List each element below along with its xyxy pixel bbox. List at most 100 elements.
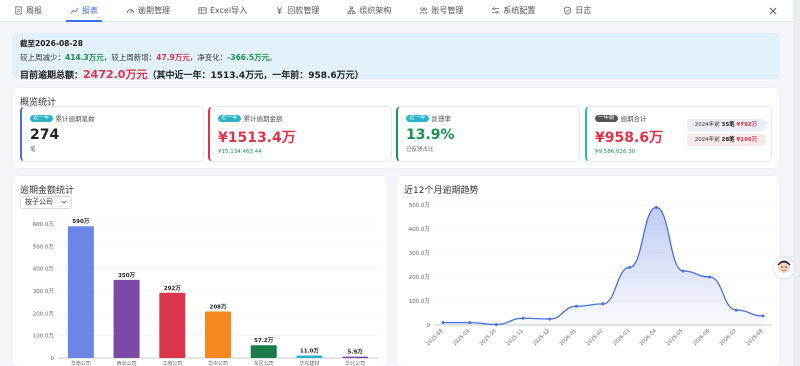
nav-item-label: 系统配置 [503, 6, 536, 15]
trend-point[interactable] [494, 323, 498, 327]
stat-tag: 近一年 [218, 114, 241, 122]
y-tick-label: 300.0万 [33, 288, 55, 295]
increase-label: ，较上周新增： [103, 53, 157, 62]
trend-point[interactable] [734, 308, 738, 312]
nav-item-5[interactable]: 组织架构 [347, 0, 391, 22]
bar[interactable] [296, 355, 323, 358]
x-tick-label: 2025-11 [505, 328, 524, 347]
close-icon[interactable] [768, 6, 778, 16]
trend-point[interactable] [468, 321, 472, 325]
trend-point[interactable] [761, 314, 765, 318]
settings-sliders-icon [492, 7, 500, 14]
x-tick-label: 2026-04 [639, 328, 658, 347]
bar-value-label: 5.9万 [348, 349, 364, 356]
amount-bar-chart: 0 100.0万 200.0万 300.0万 400.0万 500.0万 600.0万 590… [33, 218, 378, 366]
badge-count: 28笔 [721, 137, 735, 143]
nav-item-3[interactable]: Excel导入 [198, 0, 247, 22]
trend-point[interactable] [681, 269, 685, 273]
shield-icon [564, 6, 572, 15]
x-tick-label: 2026-01 [559, 328, 578, 347]
trend-chart-card: 近12个月逾期趋势 0 100.0万 200.0万 300.0万 400.0万 500.0… [396, 176, 780, 366]
trend-point[interactable] [601, 302, 605, 306]
stat-sub: 笔 [30, 147, 36, 153]
top-navigation: 周报 报表 逾期管理 Excel导入 回款管理 组织架构 账号管理 系统配置 日志 [0, 0, 800, 22]
stat-value: ¥1513.4万 [218, 130, 296, 146]
stat-label: 累计逾期金额 [243, 115, 283, 123]
assistant-avatar[interactable] [774, 258, 794, 278]
x-tick-label: 2026-06 [692, 328, 711, 347]
badge-amount: ¥792万 [736, 122, 758, 128]
bar[interactable] [250, 345, 277, 358]
avatar-face-icon [778, 260, 790, 273]
nav-item-7[interactable]: 系统配置 [491, 0, 535, 22]
y-tick-label: 300.0万 [409, 250, 431, 257]
x-tick-label: 2026-03 [612, 328, 631, 347]
badge-label: 2024年前 [694, 122, 722, 128]
x-tick-label: 2025-08 [425, 328, 444, 347]
x-category-label: 华南公司 [71, 360, 91, 366]
y-tick-label: 100.0万 [33, 333, 55, 340]
nav-item-label: 回款管理 [287, 6, 320, 15]
gauge-icon [126, 9, 135, 13]
stat-tag: 近一年 [30, 114, 53, 122]
stat-label: 累计逾期笔数 [55, 115, 95, 123]
summary-banner: 截至2026-08-28 较上周减少：414.3万元，较上周新增：47.9万元，… [12, 33, 780, 81]
nav-item-label: 逾期管理 [138, 6, 170, 15]
y-tick-label: 500.0万 [409, 202, 431, 209]
nav-item-label: 日志 [575, 6, 592, 15]
total-breakdown: （其中近一年：1513.4万元，一年前：958.6万元） [147, 71, 364, 81]
y-tick-label: 100.0万 [409, 298, 431, 305]
document-icon [15, 6, 22, 15]
bar[interactable] [113, 279, 140, 358]
stat-sub: ¥9,586,026.30 [595, 149, 636, 155]
trend-point[interactable] [521, 316, 525, 320]
yen-icon [277, 7, 283, 15]
increase-value: 47.9万元 [156, 53, 190, 62]
nav-item-label: Excel导入 [210, 6, 248, 15]
badge-amount: ¥166万 [736, 137, 758, 143]
scrollbar[interactable] [793, 0, 800, 366]
user-group-icon [419, 7, 429, 14]
report-date: 截至2026-08-28 [20, 39, 83, 48]
trend-point[interactable] [628, 265, 632, 269]
x-tick-label: 2025-12 [532, 328, 551, 347]
sentence-end: 。 [269, 53, 277, 62]
x-tick-label: 2026-08 [745, 328, 764, 347]
line-chart-icon [70, 7, 79, 14]
trend-point[interactable] [441, 321, 445, 325]
bar[interactable] [67, 226, 94, 358]
nav-item-4[interactable]: 回款管理 [275, 0, 319, 22]
nav-item-1[interactable]: 报表 [66, 0, 102, 22]
bar[interactable] [205, 311, 231, 358]
older-badge-0: 2024年前 35笔 ¥792万 [687, 119, 765, 131]
trend-point[interactable] [708, 275, 712, 279]
stat-value: 274 [30, 127, 60, 143]
nav-item-8[interactable]: 日志 [563, 0, 591, 22]
x-tick-label: 2025-10 [479, 328, 498, 347]
trend-area-chart: 0 100.0万 200.0万 300.0万 400.0万 500.0万 2025-08 20… [409, 202, 772, 347]
x-tick-label: 2026-05 [665, 328, 684, 347]
nav-item-label: 账号管理 [431, 6, 464, 15]
badge-label: 2024年前 [694, 137, 722, 143]
total-label: 目前逾期总额： [20, 71, 84, 81]
nav-item-0[interactable]: 周报 [14, 0, 42, 22]
stat-head: 近一年 累计逾期金额 [218, 113, 383, 123]
x-category-label: 华北公司 [345, 360, 365, 366]
stat-label: 逾期合计 [620, 115, 647, 123]
stat-sub: ¥15,134,463.44 [218, 149, 262, 155]
nav-item-2[interactable]: 逾期管理 [126, 0, 170, 22]
trend-point[interactable] [654, 205, 658, 209]
stat-card-2: 近一年 反馈率 13.9% 已反馈占比 [396, 106, 580, 162]
nav-item-label: 报表 [82, 6, 98, 15]
bar[interactable] [159, 292, 186, 358]
badge-count: 35笔 [721, 122, 735, 128]
amount-chart-card: 逾期金额统计 按子公司 0 100.0万 200.0万 300.0万 400.0万 500… [12, 176, 388, 366]
stat-head: 近一年 反馈率 [406, 113, 571, 123]
bar-value-label: 11.0万 [300, 348, 320, 355]
nav-item-6[interactable]: 账号管理 [419, 0, 463, 22]
bar-value-label: 350万 [118, 272, 135, 279]
x-category-label: 西北公司 [117, 360, 137, 366]
bar[interactable] [342, 356, 369, 359]
trend-point[interactable] [574, 304, 578, 308]
trend-point[interactable] [548, 317, 552, 321]
